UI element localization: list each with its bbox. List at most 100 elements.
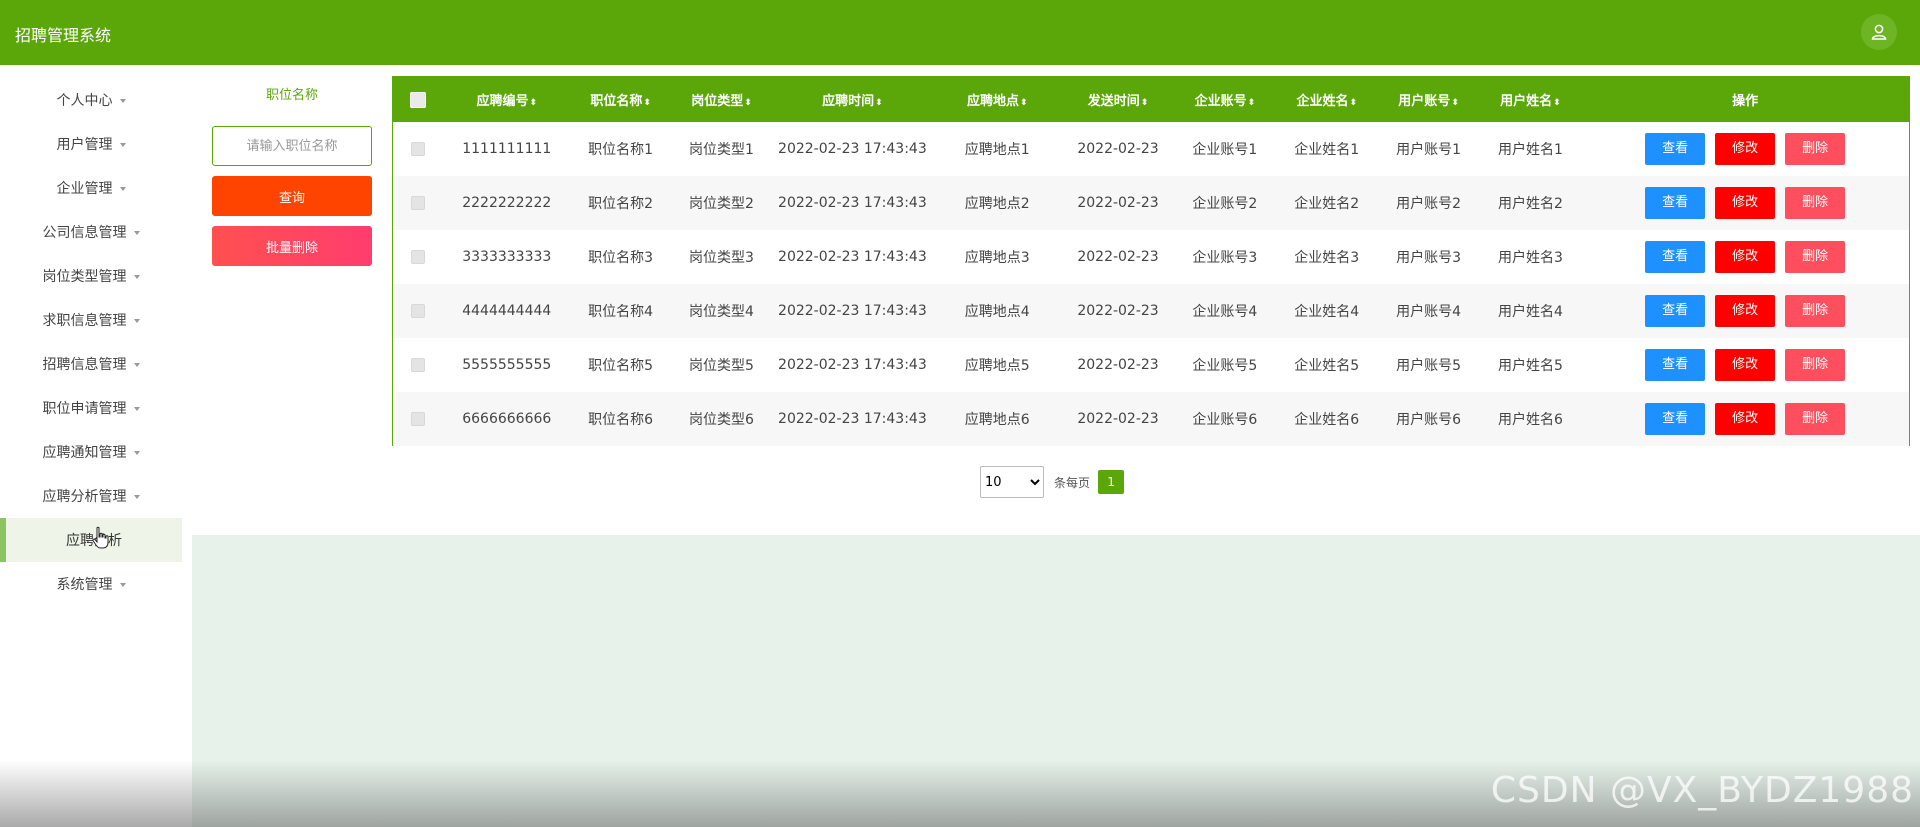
cell-send-time: 2022-02-23 [1077,357,1159,373]
sidebar-item-system-management[interactable]: 系统管理 [0,562,182,606]
column-header[interactable]: 企业姓名⬍ [1276,77,1378,122]
column-header[interactable]: 用户账号⬍ [1378,77,1480,122]
column-header[interactable]: 岗位类型⬍ [671,77,773,122]
sidebar-item-label: 系统管理 [56,577,113,593]
search-panel: 职位名称 查询 批量删除 [212,84,372,266]
sidebar-item-personal-center[interactable]: 个人中心 [0,78,182,122]
column-header[interactable]: 用户姓名⬍ [1480,77,1582,122]
row-checkbox[interactable] [410,304,425,318]
cell-user-name: 用户姓名4 [1497,304,1563,320]
sort-icon: ⬍ [1451,98,1459,108]
sidebar-item-label: 企业管理 [56,181,113,197]
sort-icon: ⬍ [1349,98,1358,108]
data-table: 应聘编号⬍ 职位名称⬍ 岗位类型⬍ 应聘时间⬍ 应聘地点⬍ 发送时间⬍ 企业账号… [392,76,1910,446]
avatar[interactable] [1861,14,1897,50]
cell-application-id: 4444444444 [462,303,552,319]
sidebar-item-job-seeking[interactable]: 求职信息管理 [0,298,182,342]
row-checkbox[interactable] [410,412,425,426]
view-button[interactable]: 查看 [1645,349,1706,381]
row-checkbox[interactable] [410,358,425,372]
view-button[interactable]: 查看 [1645,187,1706,219]
column-header-label: 发送时间 [1087,94,1140,109]
view-button[interactable]: 查看 [1645,295,1706,327]
select-all-header [393,77,443,122]
delete-button[interactable]: 删除 [1785,133,1846,165]
job-name-search-input[interactable] [212,126,372,166]
cell-job-type: 岗位类型3 [689,250,754,266]
cell-send-time: 2022-02-23 [1077,195,1159,211]
cell-application-id: 3333333333 [462,249,552,265]
edit-button[interactable]: 修改 [1715,187,1776,219]
page-size-select[interactable]: 10 [980,466,1044,498]
sort-icon: ⬍ [875,98,883,108]
sidebar-item-job-type[interactable]: 岗位类型管理 [0,254,182,298]
edit-button[interactable]: 修改 [1715,349,1776,381]
cell-application-id: 5555555555 [462,357,552,373]
caret-down-icon [119,187,126,191]
caret-down-icon [133,451,140,455]
page-number-button[interactable]: 1 [1098,470,1125,494]
sidebar-item-label: 用户管理 [56,137,113,153]
table-row: 4444444444 职位名称4 岗位类型4 2022-02-23 17:43:… [393,284,1909,338]
cell-actions: 查看 修改 删除 [1581,284,1909,338]
column-header[interactable]: 职位名称⬍ [571,77,671,122]
row-checkbox[interactable] [410,196,425,210]
sidebar-item-job-application[interactable]: 职位申请管理 [0,386,182,430]
batch-delete-button[interactable]: 批量删除 [212,226,372,266]
delete-button[interactable]: 删除 [1785,403,1846,435]
cell-user-account: 用户账号5 [1396,358,1462,374]
column-header-label: 用户账号 [1398,94,1451,109]
query-button[interactable]: 查询 [212,176,372,216]
table-row: 2222222222 职位名称2 岗位类型2 2022-02-23 17:43:… [393,176,1909,230]
delete-button[interactable]: 删除 [1785,241,1846,273]
cell-application-location: 应聘地点6 [964,412,1030,428]
column-header[interactable]: 发送时间⬍ [1062,77,1174,122]
view-button[interactable]: 查看 [1645,403,1706,435]
view-button[interactable]: 查看 [1645,241,1706,273]
column-header[interactable]: 应聘编号⬍ [443,77,571,122]
edit-button[interactable]: 修改 [1715,241,1776,273]
cell-application-id: 6666666666 [462,411,552,427]
sidebar-item-recruitment-info[interactable]: 招聘信息管理 [0,342,182,386]
sidebar-item-label: 招聘信息管理 [42,357,127,373]
delete-button[interactable]: 删除 [1785,295,1846,327]
sort-icon: ⬍ [643,98,651,108]
select-all-checkbox[interactable] [409,91,426,108]
sidebar-item-company-info[interactable]: 公司信息管理 [0,210,182,254]
view-button[interactable]: 查看 [1645,133,1706,165]
search-label: 职位名称 [265,88,318,103]
edit-button[interactable]: 修改 [1715,133,1776,165]
cell-application-location: 应聘地点5 [964,358,1030,374]
cell-enterprise-account: 企业账号3 [1192,250,1258,266]
sidebar-item-application-notice[interactable]: 应聘通知管理 [0,430,182,474]
edit-button[interactable]: 修改 [1715,295,1776,327]
column-header-label: 用户姓名 [1500,94,1553,109]
sidebar-item-application-analysis[interactable]: 应聘分析管理 [0,474,182,518]
column-header-label: 应聘时间 [822,94,875,109]
cell-user-name: 用户姓名1 [1497,142,1563,158]
cell-application-id: 2222222222 [462,195,552,211]
sort-icon: ⬍ [529,98,538,108]
sidebar-item-label: 应聘分析管理 [42,489,127,505]
cell-actions: 查看 修改 删除 [1581,122,1909,176]
sidebar-item-label: 求职信息管理 [42,313,127,329]
cell-job-name: 职位名称2 [588,196,654,212]
caret-down-icon [119,143,126,147]
column-header-label: 应聘编号 [476,94,529,109]
cell-application-location: 应聘地点3 [964,250,1030,266]
sidebar-item-enterprise-management[interactable]: 企业管理 [0,166,182,210]
delete-button[interactable]: 删除 [1785,349,1846,381]
cell-send-time: 2022-02-23 [1077,141,1159,157]
edit-button[interactable]: 修改 [1715,403,1776,435]
column-header[interactable]: 应聘时间⬍ [772,77,932,122]
column-header[interactable]: 企业账号⬍ [1174,77,1276,122]
row-checkbox[interactable] [410,250,425,264]
cell-job-type: 岗位类型6 [689,412,754,428]
column-header[interactable]: 应聘地点⬍ [932,77,1062,122]
delete-button[interactable]: 删除 [1785,187,1846,219]
sidebar-item-user-management[interactable]: 用户管理 [0,122,182,166]
app-title: 招聘管理系统 [15,26,112,45]
row-checkbox[interactable] [410,142,425,156]
caret-down-icon [133,407,140,411]
cell-actions: 查看 修改 删除 [1581,230,1909,284]
